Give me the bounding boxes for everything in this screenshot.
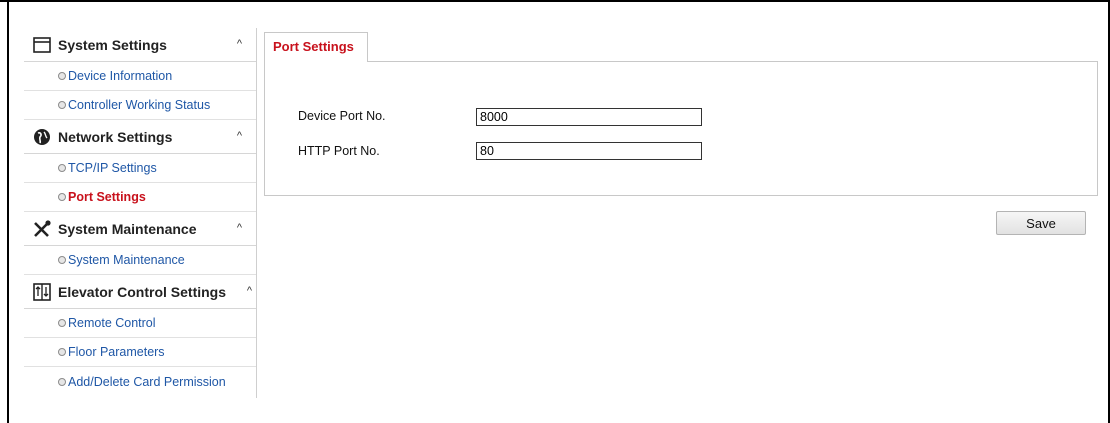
sidebar-nav: System Settings ^ Device Information Con… bbox=[24, 28, 257, 398]
sidebar-item-label: System Maintenance bbox=[68, 253, 185, 267]
section-title: Elevator Control Settings bbox=[58, 283, 227, 300]
device-port-label: Device Port No. bbox=[298, 109, 386, 123]
sidebar-item-floor-parameters[interactable]: Floor Parameters bbox=[24, 338, 256, 367]
sidebar-item-label: TCP/IP Settings bbox=[68, 161, 157, 175]
globe-icon bbox=[32, 127, 52, 147]
section-system-maintenance[interactable]: System Maintenance ^ bbox=[24, 212, 256, 246]
sidebar-item-remote-control[interactable]: Remote Control bbox=[24, 309, 256, 338]
bullet-icon bbox=[58, 193, 66, 201]
sidebar-item-tcpip-settings[interactable]: TCP/IP Settings bbox=[24, 154, 256, 183]
collapse-caret-icon[interactable]: ^ bbox=[247, 285, 252, 297]
port-settings-panel: Device Port No. HTTP Port No. bbox=[264, 61, 1098, 196]
section-system-settings[interactable]: System Settings ^ bbox=[24, 28, 256, 62]
sidebar-item-label: Port Settings bbox=[68, 190, 146, 204]
sidebar-item-controller-working-status[interactable]: Controller Working Status bbox=[24, 91, 256, 120]
section-title: System Maintenance bbox=[58, 220, 197, 237]
device-port-input[interactable] bbox=[476, 108, 702, 126]
http-port-label: HTTP Port No. bbox=[298, 144, 380, 158]
section-title: System Settings bbox=[58, 36, 167, 53]
bullet-icon bbox=[58, 72, 66, 80]
sidebar-item-add-delete-card-permission[interactable]: Add/Delete Card Permission bbox=[24, 367, 256, 396]
elevator-icon bbox=[32, 282, 52, 302]
sidebar-item-label: Add/Delete Card Permission bbox=[68, 374, 226, 389]
section-title: Network Settings bbox=[58, 128, 173, 145]
section-elevator-control-settings[interactable]: Elevator Control Settings ^ bbox=[24, 275, 256, 309]
http-port-input[interactable] bbox=[476, 142, 702, 160]
window-frame-left bbox=[7, 0, 9, 423]
sidebar-item-label: Remote Control bbox=[68, 316, 156, 330]
window-frame-top bbox=[0, 0, 1110, 2]
sidebar-item-label: Device Information bbox=[68, 69, 173, 83]
bullet-icon bbox=[58, 319, 66, 327]
save-button[interactable]: Save bbox=[996, 211, 1086, 235]
bullet-icon bbox=[58, 101, 66, 109]
sidebar-item-port-settings[interactable]: Port Settings bbox=[24, 183, 256, 212]
collapse-caret-icon[interactable]: ^ bbox=[237, 38, 242, 50]
bullet-icon bbox=[58, 348, 66, 356]
bullet-icon bbox=[58, 164, 66, 172]
tools-icon bbox=[32, 219, 52, 239]
sidebar-item-label: Controller Working Status bbox=[68, 98, 211, 112]
bullet-icon bbox=[58, 377, 66, 386]
sidebar-item-device-information[interactable]: Device Information bbox=[24, 62, 256, 91]
bullet-icon bbox=[58, 256, 66, 264]
sidebar-item-system-maintenance[interactable]: System Maintenance bbox=[24, 246, 256, 275]
collapse-caret-icon[interactable]: ^ bbox=[237, 130, 242, 142]
section-network-settings[interactable]: Network Settings ^ bbox=[24, 120, 256, 154]
collapse-caret-icon[interactable]: ^ bbox=[237, 222, 242, 234]
sidebar-item-label: Floor Parameters bbox=[68, 345, 165, 359]
tab-port-settings[interactable]: Port Settings bbox=[264, 32, 368, 62]
window-icon bbox=[32, 35, 52, 55]
